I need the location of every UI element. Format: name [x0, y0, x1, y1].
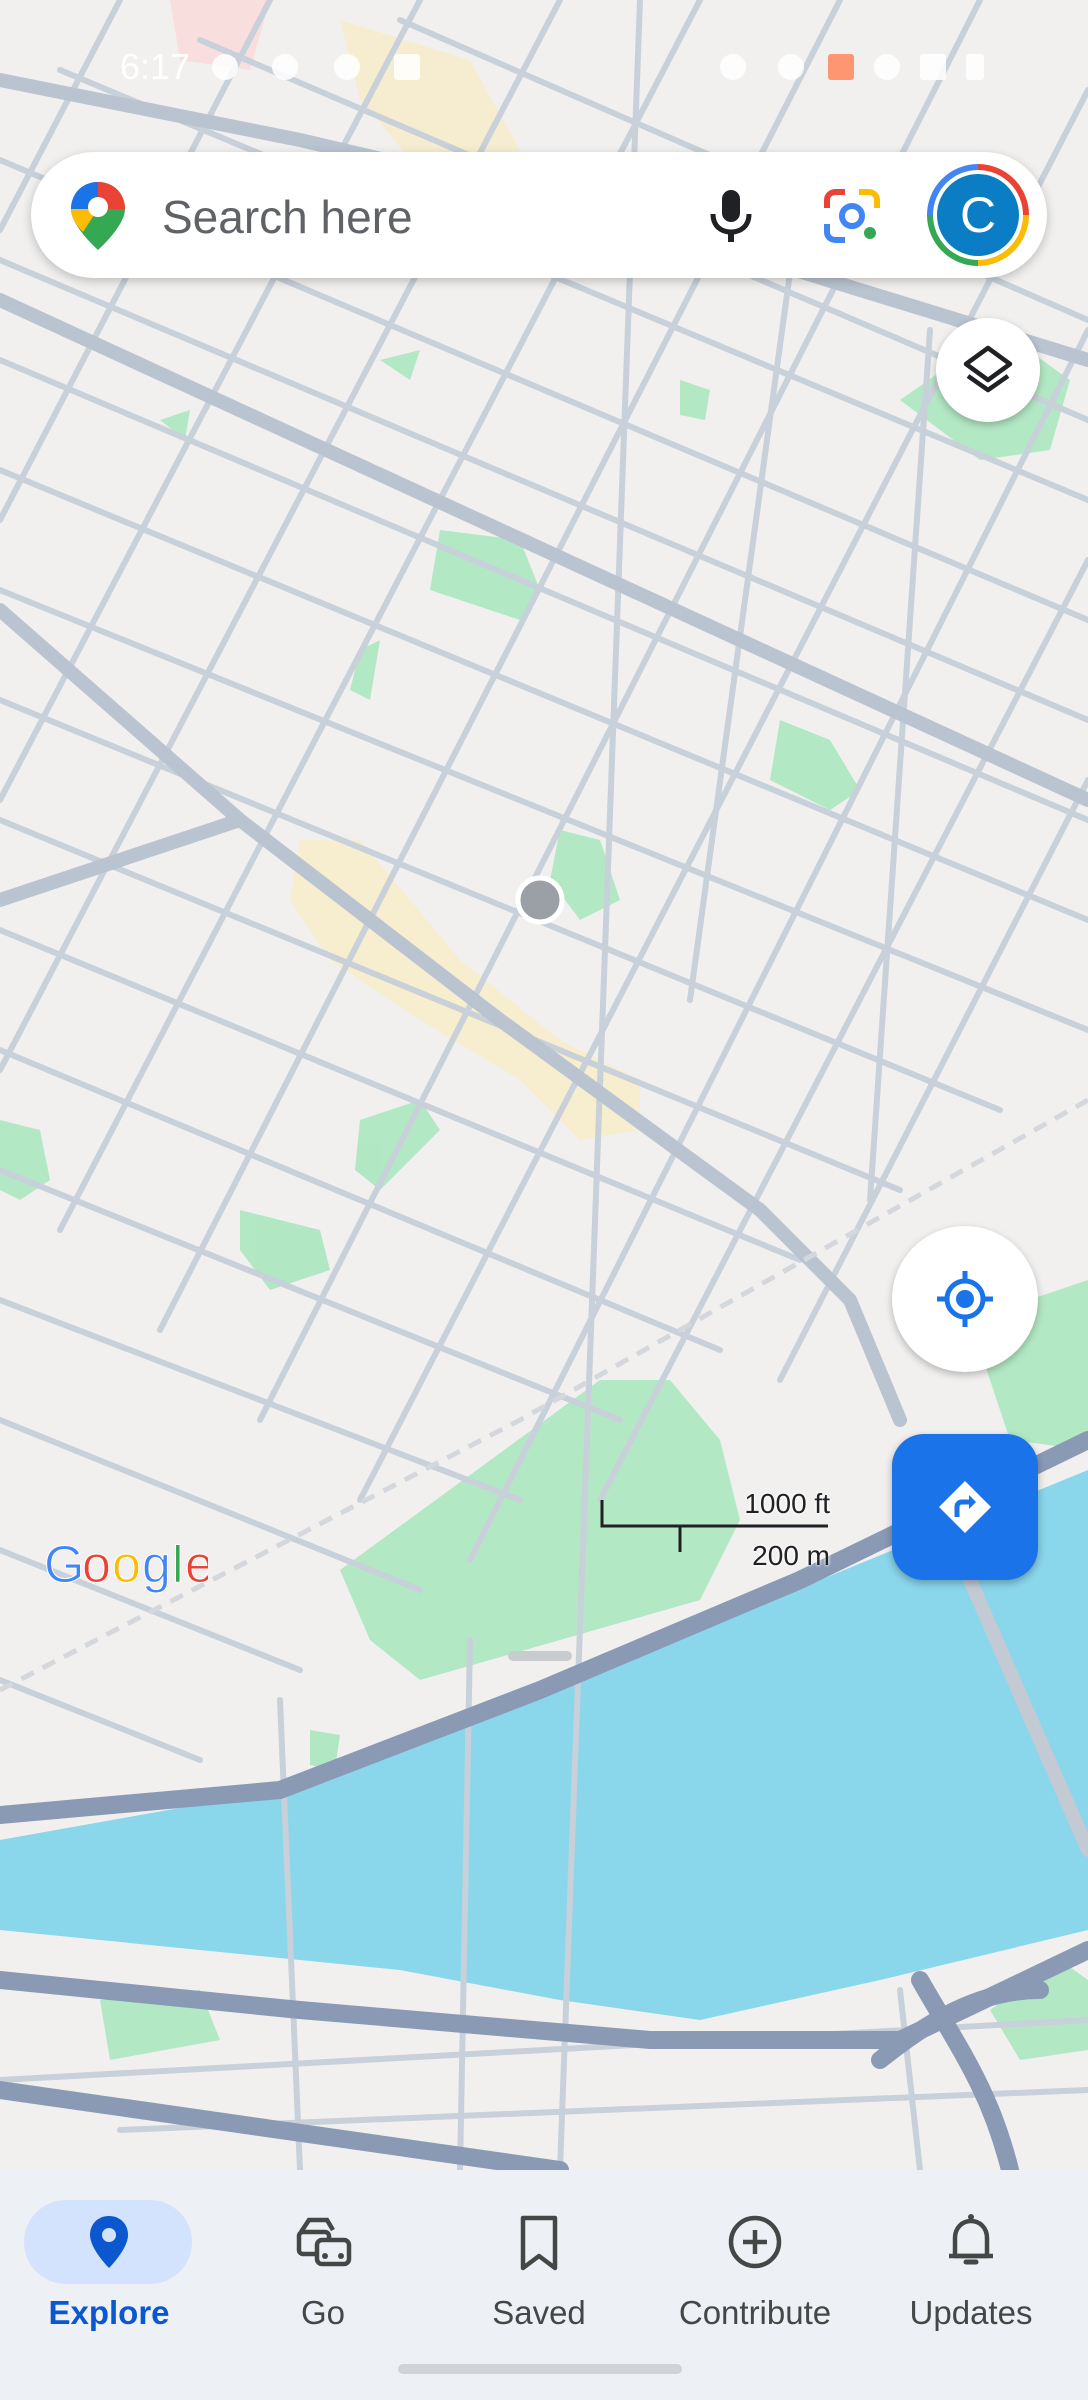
my-location-icon — [935, 1269, 995, 1334]
scale-imperial-label: 1000 ft — [744, 1488, 830, 1519]
add-circle-icon — [725, 2210, 785, 2274]
svg-text:g: g — [142, 1536, 172, 1594]
svg-text:G: G — [44, 1536, 85, 1594]
bookmark-icon — [509, 2210, 569, 2274]
go-car-icon — [293, 2210, 353, 2274]
search-input[interactable]: Search here — [162, 190, 413, 244]
map-canvas[interactable] — [0, 0, 1088, 2170]
svg-text:o: o — [112, 1536, 142, 1594]
nav-label-contribute: Contribute — [678, 2294, 832, 2331]
explore-pin-icon — [79, 2210, 139, 2274]
nav-label-go: Go — [300, 2294, 346, 2331]
map-scale: 1000 ft 200 m — [596, 1488, 836, 1571]
nav-label-explore: Explore — [48, 2294, 170, 2331]
scale-metric-label: 200 m — [752, 1540, 830, 1571]
notification-icon — [394, 54, 420, 80]
whatsapp-icon — [272, 54, 298, 80]
svg-text:o: o — [82, 1536, 112, 1594]
svg-text:l: l — [172, 1536, 185, 1594]
nav-label-updates: Updates — [909, 2294, 1033, 2331]
nav-label-saved: Saved — [492, 2294, 586, 2331]
cast-icon — [828, 54, 854, 80]
microphone-icon[interactable] — [701, 186, 761, 246]
dnd-icon — [778, 54, 804, 80]
nav-item-saved[interactable]: Saved — [430, 2170, 648, 2360]
layers-button[interactable] — [936, 318, 1040, 422]
google-lens-icon[interactable] — [821, 186, 883, 246]
directions-button[interactable] — [892, 1434, 1038, 1580]
nav-item-explore[interactable]: Explore — [0, 2170, 218, 2360]
wifi-icon — [874, 54, 900, 80]
nav-item-go[interactable]: Go — [214, 2170, 432, 2360]
notification-icon — [334, 54, 360, 80]
home-indicator[interactable] — [398, 2364, 682, 2374]
svg-text:e: e — [185, 1536, 208, 1594]
bottom-sheet-handle[interactable] — [508, 1651, 572, 1661]
account-avatar[interactable]: C — [927, 164, 1029, 266]
search-bar[interactable]: Search here C — [31, 152, 1047, 278]
nav-item-contribute[interactable]: Contribute — [646, 2170, 864, 2360]
bell-icon — [941, 2210, 1001, 2274]
nav-item-updates[interactable]: Updates — [862, 2170, 1080, 2360]
maps-pin-icon — [69, 180, 127, 252]
my-location-button[interactable] — [892, 1226, 1038, 1372]
directions-icon — [935, 1477, 995, 1542]
signal-icon — [920, 54, 946, 80]
status-bar: 6:17 — [0, 40, 1088, 92]
location-status-icon — [720, 54, 746, 80]
status-time: 6:17 — [120, 46, 191, 87]
battery-icon — [966, 54, 984, 80]
layers-icon — [962, 344, 1014, 401]
notification-icon — [212, 54, 238, 80]
avatar-letter: C — [937, 174, 1019, 256]
google-logo: G o o g l e — [44, 1536, 215, 1609]
